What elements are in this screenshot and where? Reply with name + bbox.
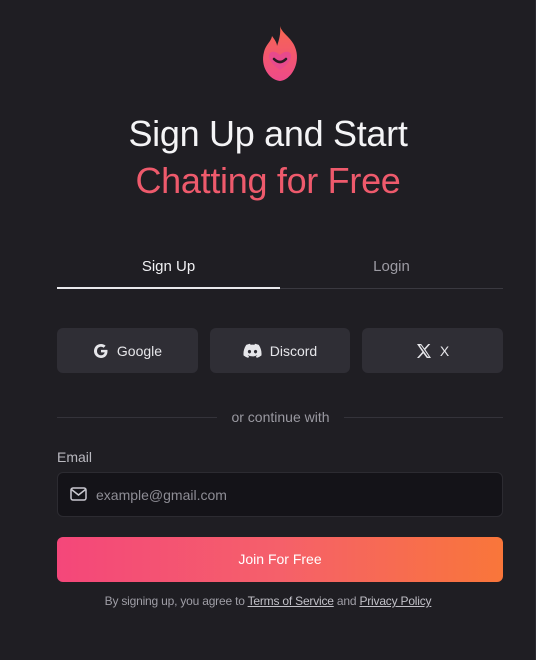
divider-line-left [57, 417, 217, 418]
terms-of-service-link[interactable]: Terms of Service [248, 594, 334, 608]
google-icon [93, 343, 108, 358]
divider-text: or continue with [231, 409, 330, 425]
discord-icon [243, 343, 262, 358]
active-tab-indicator [57, 287, 280, 289]
or-divider: or continue with [57, 408, 503, 428]
x-button[interactable]: X [362, 328, 503, 373]
mail-icon [70, 487, 87, 501]
terms-text: By signing up, you agree to Terms of Ser… [0, 594, 536, 608]
google-label: Google [116, 342, 163, 359]
title-line-1: Sign Up and Start [128, 113, 408, 154]
discord-label: Discord [269, 342, 318, 359]
auth-tabs: Sign Up Login [57, 248, 503, 290]
x-label: X [439, 342, 450, 359]
email-input[interactable] [96, 473, 496, 516]
tab-sign-up[interactable]: Sign Up [57, 248, 280, 290]
flame-heart-logo [263, 26, 297, 81]
join-button[interactable]: Join For Free [57, 537, 503, 582]
x-icon [416, 343, 431, 358]
email-label: Email [57, 449, 93, 465]
google-button[interactable]: Google [57, 328, 198, 373]
terms-prefix: By signing up, you agree to [104, 594, 245, 608]
terms-and: and [336, 594, 357, 608]
privacy-policy-link[interactable]: Privacy Policy [359, 594, 431, 608]
email-field-wrapper [57, 472, 503, 517]
title-line-2: Chatting for Free [135, 160, 401, 201]
discord-button[interactable]: Discord [210, 328, 350, 373]
tab-login[interactable]: Login [280, 248, 503, 290]
divider-line-right [344, 417, 503, 418]
signup-card: Sign Up and Start Chatting for Free Sign… [0, 0, 536, 660]
